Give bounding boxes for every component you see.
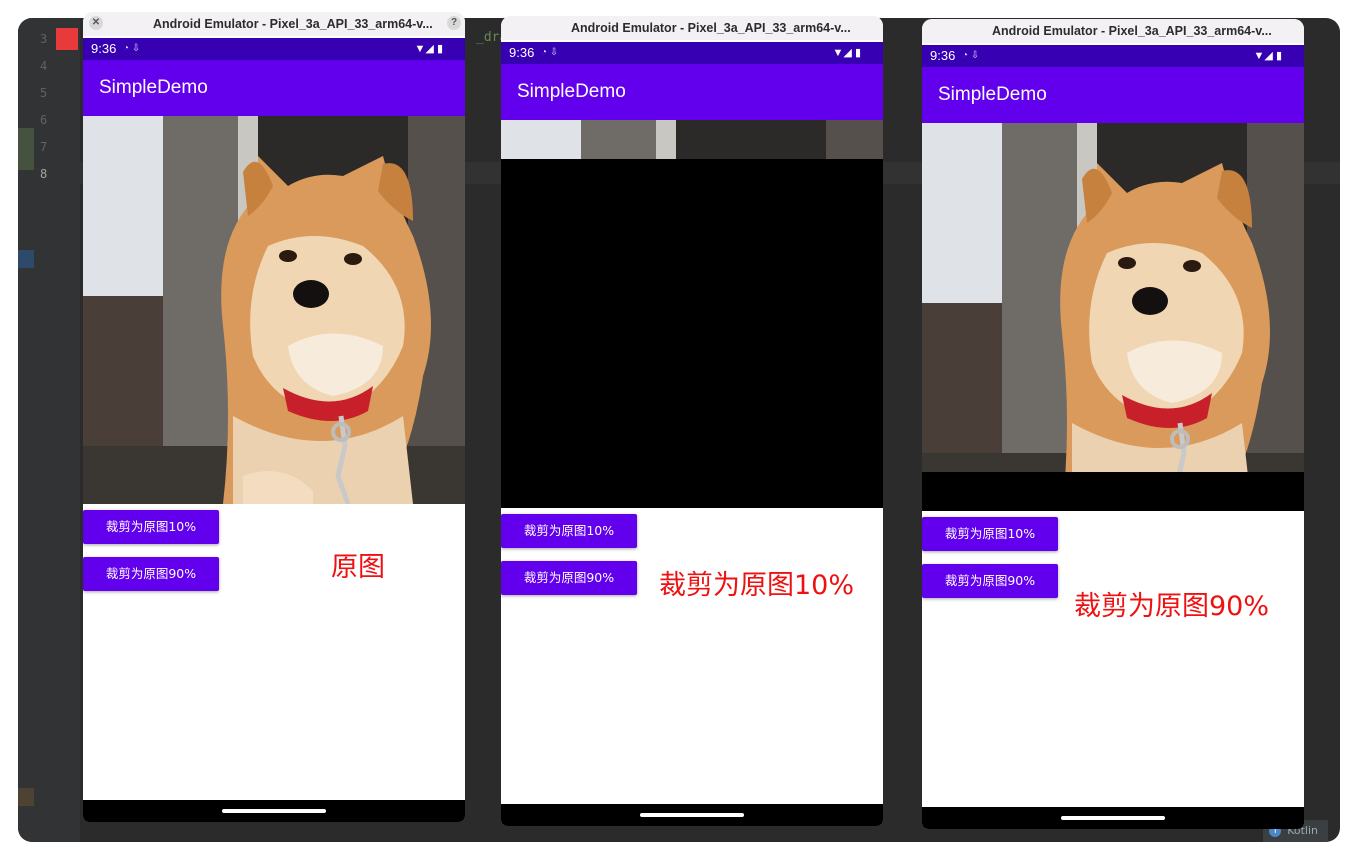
crop-10-button[interactable]: 裁剪为原图10% xyxy=(501,514,637,548)
annotation-label: 裁剪为原图10% xyxy=(659,570,855,601)
home-handle[interactable] xyxy=(1061,816,1165,820)
crop-10-button[interactable]: 裁剪为原图10% xyxy=(922,517,1058,551)
home-handle[interactable] xyxy=(640,813,744,817)
status-left-icons: ◔ ⇩ xyxy=(123,38,140,60)
emulator-window-crop-90: Android Emulator - Pixel_3a_API_33_arm64… xyxy=(922,19,1304,829)
nav-bar xyxy=(922,807,1304,829)
crop-90-button[interactable]: 裁剪为原图90% xyxy=(501,561,637,595)
app-title: SimpleDemo xyxy=(517,81,626,102)
change-marker xyxy=(18,128,34,170)
wifi-icon: ◔ xyxy=(962,50,969,61)
nav-bar xyxy=(83,800,465,822)
wifi-icon: ◔ xyxy=(123,43,130,54)
line-number-current: 8 xyxy=(40,167,48,181)
status-time: 9:36 xyxy=(509,45,535,60)
battery-icon: ▮ xyxy=(1275,50,1282,62)
status-time: 9:36 xyxy=(91,41,117,56)
status-right-icons: ▼◢ ▮ xyxy=(833,42,861,64)
home-handle[interactable] xyxy=(222,809,326,813)
crop-90-button[interactable]: 裁剪为原图90% xyxy=(922,564,1058,598)
line-number: 4 xyxy=(40,59,48,73)
dog-image-crop xyxy=(922,123,1304,472)
breakpoint-marker[interactable] xyxy=(56,28,78,50)
status-left-icons: ◔ ⇩ xyxy=(541,42,558,64)
emulator-window-original: ✕ Android Emulator - Pixel_3a_API_33_arm… xyxy=(83,12,465,822)
download-icon: ⇩ xyxy=(970,50,980,61)
emulator-window-crop-10: Android Emulator - Pixel_3a_API_33_arm64… xyxy=(501,16,883,826)
editor-gutter: 3 4 5 6 7 8 xyxy=(18,18,80,842)
app-title: SimpleDemo xyxy=(99,77,208,98)
download-icon: ⇩ xyxy=(131,43,141,54)
cell-signal-icon: ◢ xyxy=(1264,50,1273,62)
line-number: 7 xyxy=(40,140,48,154)
window-titlebar: Android Emulator - Pixel_3a_API_33_arm64… xyxy=(922,19,1304,43)
download-icon: ⇩ xyxy=(549,47,559,58)
window-titlebar: ✕ Android Emulator - Pixel_3a_API_33_arm… xyxy=(83,12,465,36)
app-title: SimpleDemo xyxy=(938,84,1047,105)
app-bar: SimpleDemo xyxy=(922,67,1304,123)
cell-signal-icon: ◢ xyxy=(425,43,434,55)
dog-image xyxy=(83,116,465,504)
status-bar: 9:36 ◔ ⇩ ▼◢ ▮ xyxy=(922,45,1304,67)
wifi-signal-icon: ▼ xyxy=(414,43,426,55)
line-number: 5 xyxy=(40,86,48,100)
status-bar: 9:36 ◔ ⇩ ▼◢ ▮ xyxy=(83,38,465,60)
help-icon[interactable]: ? xyxy=(447,16,461,30)
annotation-label: 原图 xyxy=(331,552,385,583)
status-right-icons: ▼◢ ▮ xyxy=(1254,45,1282,67)
nav-bar xyxy=(501,804,883,826)
wifi-signal-icon: ▼ xyxy=(1253,50,1265,62)
dog-image-crop xyxy=(501,120,883,159)
close-icon[interactable]: ✕ xyxy=(89,16,103,30)
status-bar: 9:36 ◔ ⇩ ▼◢ ▮ xyxy=(501,42,883,64)
app-bar: SimpleDemo xyxy=(83,60,465,116)
battery-icon: ▮ xyxy=(436,43,443,55)
cropped-image-area xyxy=(501,120,883,508)
window-titlebar: Android Emulator - Pixel_3a_API_33_arm64… xyxy=(501,16,883,40)
change-marker xyxy=(18,788,34,806)
line-number: 6 xyxy=(40,113,48,127)
app-bar: SimpleDemo xyxy=(501,64,883,120)
cropped-image-area xyxy=(922,123,1304,511)
crop-90-button[interactable]: 裁剪为原图90% xyxy=(83,557,219,591)
window-title: Android Emulator - Pixel_3a_API_33_arm64… xyxy=(992,24,1272,38)
wifi-icon: ◔ xyxy=(541,47,548,58)
status-right-icons: ▼◢ ▮ xyxy=(415,38,443,60)
window-title: Android Emulator - Pixel_3a_API_33_arm64… xyxy=(153,17,433,31)
change-marker xyxy=(18,250,34,268)
cell-signal-icon: ◢ xyxy=(843,47,852,59)
battery-icon: ▮ xyxy=(854,47,861,59)
status-time: 9:36 xyxy=(930,48,956,63)
status-left-icons: ◔ ⇩ xyxy=(962,45,979,67)
window-title: Android Emulator - Pixel_3a_API_33_arm64… xyxy=(571,21,851,35)
wifi-signal-icon: ▼ xyxy=(832,47,844,59)
annotation-label: 裁剪为原图90% xyxy=(1074,591,1270,622)
crop-10-button[interactable]: 裁剪为原图10% xyxy=(83,510,219,544)
